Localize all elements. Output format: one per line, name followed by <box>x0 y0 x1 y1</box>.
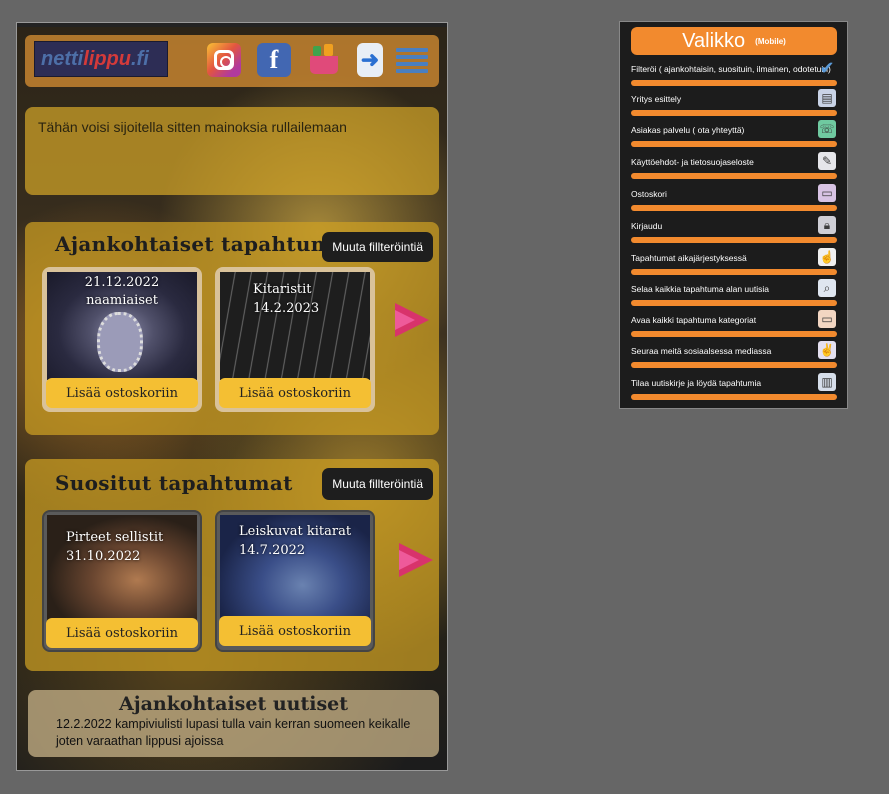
popular-events-section: Suositut tapahtumat Muuta fillteröintiä … <box>25 459 439 671</box>
folder-open-icon: ▭ <box>818 310 836 328</box>
menu-item-underline <box>631 80 837 86</box>
menu-item-customer-service[interactable]: Asiakas palvelu ( ota yhteyttä) ☏ <box>631 120 837 147</box>
event-card[interactable]: Pirteet sellistit 31.10.2022 Lisää ostos… <box>42 510 202 652</box>
menu-list-icon[interactable] <box>393 43 431 77</box>
checkmark-icon: ✔ <box>819 57 835 78</box>
mobile-mockup: netti lippu .fi f ➜ Tähän voisi sijoitella… <box>16 22 448 771</box>
add-to-cart-button[interactable]: Lisää ostoskoriin <box>219 616 371 646</box>
event-date: 14.7.2022 <box>239 543 306 558</box>
menu-item-underline <box>631 205 837 211</box>
menu-item-underline <box>631 173 837 179</box>
menu-item-label: Ostoskori <box>631 189 667 199</box>
ad-text: Tähän voisi sijoitella sitten mainoksia … <box>38 119 347 135</box>
menu-subtitle: (Mobile) <box>755 36 786 46</box>
menu-item-underline <box>631 141 837 147</box>
event-name: Pirteet sellistit <box>66 530 164 545</box>
menu-item-label: Tilaa uutiskirje ja löydä tapahtumia <box>631 378 762 388</box>
current-events-title: Ajankohtaiset tapahtumat <box>55 232 355 256</box>
mobile-menu-panel: Valikko (Mobile) Filteröi ( ajankohtaisi… <box>619 21 848 409</box>
menu-item-categories[interactable]: Avaa kaikki tapahtuma kategoriat ▭ <box>631 310 837 337</box>
menu-item-label: Avaa kaikki tapahtuma kategoriat <box>631 315 757 325</box>
event-card[interactable]: 21.12.2022 naamiaiset Lisää ostoskoriin <box>42 267 202 412</box>
logo-text-domain: .fi <box>130 47 149 70</box>
event-name: Leiskuvat kitarat <box>239 524 352 539</box>
news-line: joten varaathan lippusi ajoissa <box>56 734 224 748</box>
menu-item-label: Käyttöehdot- ja tietosuojaseloste <box>631 157 754 167</box>
menu-header: Valikko (Mobile) <box>631 27 837 55</box>
event-name: naamiaiset <box>86 293 158 308</box>
login-icon[interactable]: ➜ <box>357 43 383 77</box>
menu-title: Valikko <box>682 29 746 52</box>
menu-item-underline <box>631 237 837 243</box>
next-arrow-icon[interactable] <box>399 543 433 577</box>
news-title: Ajankohtaiset uutiset <box>118 693 349 715</box>
menu-item-news[interactable]: Selaa kaikkia tapahtuma alan uutisia ⌕ <box>631 279 837 306</box>
shopping-basket-icon[interactable] <box>307 43 341 77</box>
menu-item-company[interactable]: Yritys esittely ▤ <box>631 89 837 116</box>
menu-item-underline <box>631 362 837 368</box>
menu-item-underline <box>631 110 837 116</box>
menu-item-label: Selaa kaikkia tapahtuma alan uutisia <box>631 284 769 294</box>
news-body: 12.2.2022 kampiviulisti lupasi tulla vai… <box>56 716 428 750</box>
menu-item-label: Tapahtumat aikajärjestyksessä <box>631 253 747 263</box>
phone-icon: ☏ <box>818 120 836 138</box>
menu-item-label: Yritys esittely <box>631 94 682 104</box>
peace-hand-icon: ✌ <box>818 341 836 359</box>
current-filter-button[interactable]: Muuta fillteröintiä <box>322 232 433 262</box>
menu-item-login[interactable]: Kirjaudu 🔒︎ <box>631 216 837 243</box>
status-strip <box>17 23 447 27</box>
menu-item-timeline[interactable]: Tapahtumat aikajärjestyksessä ☝ <box>631 248 837 275</box>
document-icon: ✎ <box>818 152 836 170</box>
news-section: Ajankohtaiset uutiset 12.2.2022 kampiviu… <box>28 690 439 757</box>
menu-item-cart[interactable]: Ostoskori ▭ <box>631 184 837 211</box>
menu-item-underline <box>631 394 837 400</box>
add-to-cart-button[interactable]: Lisää ostoskoriin <box>219 378 371 408</box>
menu-item-underline <box>631 269 837 275</box>
menu-item-label: Seuraa meitä sosiaalsessa mediassa <box>631 346 772 356</box>
logo-text-lippu: lippu <box>83 47 131 70</box>
menu-item-newsletter[interactable]: Tilaa uutiskirje ja löydä tapahtumia ▥ <box>631 373 837 400</box>
menu-item-filter[interactable]: Filteröi ( ajankohtaisin, suosituin, ilm… <box>631 58 837 86</box>
event-date: 14.2.2023 <box>253 301 320 316</box>
menu-item-label: Asiakas palvelu ( ota yhteyttä) <box>631 125 745 135</box>
logo-text-netti: netti <box>41 47 84 70</box>
add-to-cart-button[interactable]: Lisää ostoskoriin <box>46 378 198 408</box>
menu-item-label: Kirjaudu <box>631 221 663 231</box>
event-card[interactable]: Leiskuvat kitarat 14.7.2022 Lisää ostosk… <box>215 510 375 652</box>
ad-banner: Tähän voisi sijoitella sitten mainoksia … <box>25 107 439 195</box>
company-card-icon: ▤ <box>818 89 836 107</box>
pointer-hand-icon: ☝ <box>818 248 836 266</box>
menu-item-social[interactable]: Seuraa meitä sosiaalsessa mediassa ✌ <box>631 341 837 368</box>
news-line: 12.2.2022 kampiviulisti lupasi tulla vai… <box>56 717 411 731</box>
menu-item-terms[interactable]: Käyttöehdot- ja tietosuojaseloste ✎ <box>631 152 837 179</box>
menu-item-underline <box>631 300 837 306</box>
app-header: netti lippu .fi f ➜ <box>25 35 439 87</box>
nettilippu-logo[interactable]: netti lippu .fi <box>34 41 168 77</box>
next-arrow-icon[interactable] <box>395 303 429 337</box>
menu-item-underline <box>631 331 837 337</box>
event-date: 21.12.2022 <box>84 275 160 290</box>
newsletter-icon: ▥ <box>818 373 836 391</box>
event-card[interactable]: Kitaristit 14.2.2023 Lisää ostoskoriin <box>215 267 375 412</box>
event-date: 31.10.2022 <box>66 549 141 564</box>
folder-icon: ▭ <box>818 184 836 202</box>
facebook-icon[interactable]: f <box>257 43 291 77</box>
lock-icon: 🔒︎ <box>818 216 836 234</box>
popular-events-title: Suositut tapahtumat <box>55 471 293 495</box>
event-name: Kitaristit <box>253 282 312 297</box>
menu-item-label: Filteröi ( ajankohtaisin, suosituin, ilm… <box>631 64 831 74</box>
popular-filter-button[interactable]: Muuta fillteröintiä <box>322 468 433 500</box>
instagram-icon[interactable] <box>207 43 241 77</box>
current-events-section: Ajankohtaiset tapahtumat Muuta fillteröi… <box>25 222 439 435</box>
add-to-cart-button[interactable]: Lisää ostoskoriin <box>46 618 198 648</box>
magnifier-icon: ⌕ <box>818 279 836 297</box>
